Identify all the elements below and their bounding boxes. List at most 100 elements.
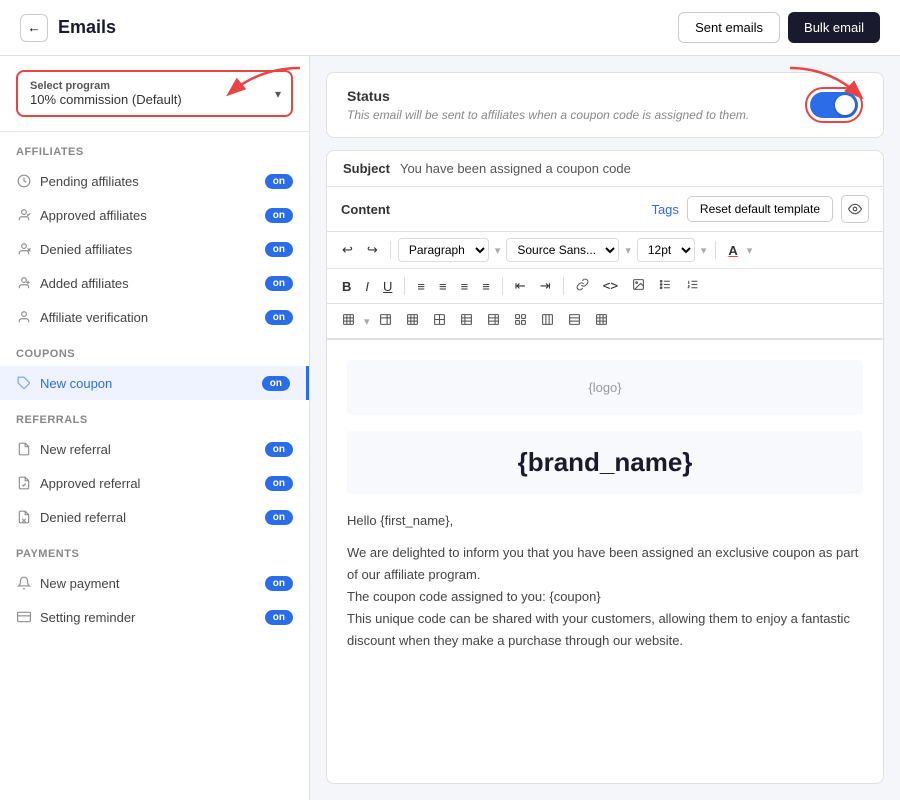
sent-emails-button[interactable]: Sent emails	[678, 12, 780, 43]
email-greeting: Hello {first_name},	[347, 510, 863, 532]
list-ul-button[interactable]	[654, 275, 677, 297]
user-plus-icon	[16, 275, 32, 291]
table-op-3[interactable]	[428, 310, 451, 332]
toolbar-divider-5	[563, 277, 564, 295]
link-button[interactable]	[571, 275, 594, 297]
denied-referral-label: Denied referral	[40, 510, 126, 525]
email-preview: {logo} {brand_name} Hello {first_name}, …	[327, 340, 883, 673]
undo-button[interactable]: ↩	[337, 239, 358, 261]
new-coupon-badge: on	[262, 376, 290, 391]
paragraph-select[interactable]: Paragraph Heading 1 Heading 2	[398, 238, 489, 262]
sidebar-item-affiliate-verification[interactable]: Affiliate verification on	[0, 300, 309, 334]
font-select[interactable]: Source Sans... Arial	[506, 238, 619, 262]
editor-toolbar: Content Tags Reset default template ↩ ↪	[327, 187, 883, 340]
list-ol-icon	[686, 278, 699, 291]
email-body-text: Hello {first_name}, We are delighted to …	[347, 510, 863, 653]
sidebar-item-pending-affiliates[interactable]: Pending affiliates on	[0, 164, 309, 198]
added-affiliates-label: Added affiliates	[40, 276, 129, 291]
toolbar-divider-3	[404, 277, 405, 295]
new-payment-label: New payment	[40, 576, 119, 591]
setting-reminder-badge: on	[265, 610, 293, 625]
editor-body[interactable]: {logo} {brand_name} Hello {first_name}, …	[327, 340, 883, 783]
payments-section-header: PAYMENTS	[0, 534, 309, 566]
sidebar-item-new-payment[interactable]: New payment on	[0, 566, 309, 600]
email-body: We are delighted to inform you that you …	[347, 542, 863, 652]
font-color-button[interactable]: A	[723, 240, 742, 261]
align-left-button[interactable]: ≡	[412, 276, 430, 297]
email-brand: {brand_name}	[347, 431, 863, 494]
sidebar-item-approved-affiliates[interactable]: Approved affiliates on	[0, 198, 309, 232]
code-button[interactable]: <>	[598, 276, 624, 297]
approved-referral-badge: on	[265, 476, 293, 491]
table-op-4[interactable]	[455, 310, 478, 332]
list-ol-button[interactable]	[681, 275, 704, 297]
main-layout: Select program 10% commission (Default) …	[0, 56, 900, 800]
align-right-button[interactable]: ≡	[456, 276, 474, 297]
file-check-icon	[16, 475, 32, 491]
back-button[interactable]: ←	[20, 14, 48, 42]
arrow-right-decoration	[780, 58, 870, 118]
back-icon: ←	[27, 20, 40, 35]
denied-referral-badge: on	[265, 510, 293, 525]
align-center-button[interactable]: ≡	[434, 276, 452, 297]
tags-link[interactable]: Tags	[651, 202, 678, 217]
clock-icon	[16, 173, 32, 189]
sidebar: Select program 10% commission (Default) …	[0, 56, 310, 800]
underline-button[interactable]: U	[378, 276, 397, 297]
table-op-1[interactable]	[374, 310, 397, 332]
sidebar-item-new-referral[interactable]: New referral on	[0, 432, 309, 466]
subject-label: Subject	[343, 161, 390, 176]
table-op-2[interactable]	[401, 310, 424, 332]
content-label: Content	[341, 202, 390, 217]
pending-affiliates-label: Pending affiliates	[40, 174, 139, 189]
credit-card-icon	[16, 609, 32, 625]
approved-referral-label: Approved referral	[40, 476, 140, 491]
preview-button[interactable]	[841, 195, 869, 223]
page-title: Emails	[58, 17, 116, 38]
setting-reminder-label: Setting reminder	[40, 610, 135, 625]
table-button[interactable]	[337, 310, 360, 332]
subject-value: You have been assigned a coupon code	[400, 161, 867, 176]
header-actions: Sent emails Bulk email	[678, 12, 880, 43]
sidebar-item-denied-affiliates[interactable]: Denied affiliates on	[0, 232, 309, 266]
image-button[interactable]	[627, 275, 650, 297]
file-x-icon	[16, 509, 32, 525]
approved-affiliates-badge: on	[265, 208, 293, 223]
sidebar-item-added-affiliates[interactable]: Added affiliates on	[0, 266, 309, 300]
table-op-7[interactable]	[536, 310, 559, 332]
sidebar-item-setting-reminder[interactable]: Setting reminder on	[0, 600, 309, 634]
toolbar-divider-2	[715, 241, 716, 259]
align-justify-button[interactable]: ≡	[477, 276, 495, 297]
reset-template-button[interactable]: Reset default template	[687, 196, 833, 222]
indent-in-button[interactable]: ⇥	[535, 275, 556, 297]
new-referral-badge: on	[265, 442, 293, 457]
denied-affiliates-label: Denied affiliates	[40, 242, 132, 257]
bold-button[interactable]: B	[337, 276, 356, 297]
sidebar-item-approved-referral[interactable]: Approved referral on	[0, 466, 309, 500]
table-icon	[342, 313, 355, 326]
redo-button[interactable]: ↪	[362, 239, 383, 261]
affiliates-section-header: AFFILIATES	[0, 132, 309, 164]
affiliate-verification-label: Affiliate verification	[40, 310, 148, 325]
toolbar-divider-1	[390, 241, 391, 259]
header: ← Emails Sent emails Bulk email	[0, 0, 900, 56]
list-ul-icon	[659, 278, 672, 291]
user-check-icon	[16, 207, 32, 223]
italic-button[interactable]: I	[360, 276, 374, 297]
table-op-5[interactable]	[482, 310, 505, 332]
indent-out-button[interactable]: ⇤	[510, 275, 531, 297]
email-logo-area: {logo}	[347, 360, 863, 415]
file-icon	[16, 441, 32, 457]
table-op-9[interactable]	[590, 310, 613, 332]
status-info: Status This email will be sent to affili…	[347, 88, 749, 122]
table-op-6[interactable]	[509, 310, 532, 332]
size-select[interactable]: 12pt 14pt 16pt	[637, 238, 695, 262]
bulk-email-button[interactable]: Bulk email	[788, 12, 880, 43]
status-description: This email will be sent to affiliates wh…	[347, 108, 749, 122]
toolbar-row-3: ▾	[327, 304, 883, 339]
table-op-8[interactable]	[563, 310, 586, 332]
coupons-section-header: COUPONS	[0, 334, 309, 366]
sidebar-item-new-coupon[interactable]: New coupon on	[0, 366, 309, 400]
toolbar-row-2: B I U ≡ ≡ ≡ ≡ ⇤ ⇥	[327, 269, 883, 304]
sidebar-item-denied-referral[interactable]: Denied referral on	[0, 500, 309, 534]
